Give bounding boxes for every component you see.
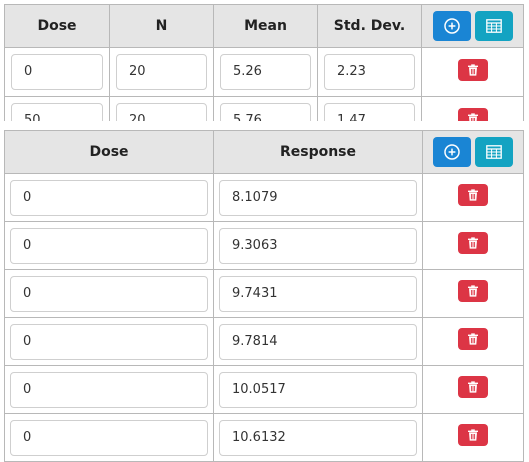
summary-dose-header: Dose xyxy=(4,4,110,48)
response-input[interactable]: 9.3063 xyxy=(219,227,417,264)
table-icon xyxy=(486,145,502,159)
response-input[interactable]: 10.0517 xyxy=(219,371,417,408)
table-row: 0 9.7814 xyxy=(4,317,524,366)
delete-row-button[interactable] xyxy=(457,107,488,121)
mean-input[interactable]: 5.26 xyxy=(220,54,311,90)
add-row-button[interactable] xyxy=(433,137,471,167)
trash-icon xyxy=(468,333,478,345)
delete-row-button[interactable] xyxy=(457,58,488,81)
dose-input[interactable]: 50 xyxy=(11,103,103,121)
summary-data-table: Dose N Mean Std. Dev. 0 20 5.26 2.23 50 … xyxy=(4,4,524,121)
trash-icon xyxy=(468,381,478,393)
std-dev-input[interactable]: 1.47 xyxy=(324,103,415,121)
n-input[interactable]: 20 xyxy=(116,103,207,121)
table-row: 0 20 5.26 2.23 xyxy=(4,47,524,97)
delete-row-button[interactable] xyxy=(458,184,488,206)
summary-table-viewport: Dose N Mean Std. Dev. 0 20 5.26 2.23 50 … xyxy=(0,0,529,121)
plus-circle-icon xyxy=(443,18,460,34)
summary-actions-header xyxy=(421,4,524,48)
dose-input[interactable]: 0 xyxy=(10,227,208,264)
table-row: 0 9.7431 xyxy=(4,269,524,318)
dose-input[interactable]: 0 xyxy=(10,371,208,408)
dose-input[interactable]: 0 xyxy=(10,275,208,312)
delete-row-button[interactable] xyxy=(458,376,488,398)
individual-data-table: Dose Response 0 8.1079 0 9.3063 0 9.7431… xyxy=(4,130,524,462)
delete-row-button[interactable] xyxy=(458,280,488,302)
std-dev-input[interactable]: 2.23 xyxy=(324,54,415,90)
summary-mean-header: Mean xyxy=(213,4,318,48)
response-input[interactable]: 10.6132 xyxy=(219,419,417,456)
delete-row-button[interactable] xyxy=(458,232,488,254)
add-row-button[interactable] xyxy=(432,11,471,41)
n-input[interactable]: 20 xyxy=(116,54,207,90)
response-input[interactable]: 8.1079 xyxy=(219,179,417,216)
plus-circle-icon xyxy=(444,144,460,160)
table-row: 0 10.6132 xyxy=(4,413,524,462)
response-input[interactable]: 9.7814 xyxy=(219,323,417,360)
summary-n-header: N xyxy=(109,4,214,48)
dose-input[interactable]: 0 xyxy=(10,419,208,456)
table-view-button[interactable] xyxy=(475,137,513,167)
dose-input[interactable]: 0 xyxy=(11,54,103,90)
individual-dose-header: Dose xyxy=(4,130,214,174)
trash-icon xyxy=(468,189,478,201)
summary-header-row: Dose N Mean Std. Dev. xyxy=(4,4,524,48)
table-row: 0 8.1079 xyxy=(4,173,524,222)
table-row: 0 9.3063 xyxy=(4,221,524,270)
individual-actions-header xyxy=(422,130,524,174)
table-icon xyxy=(485,19,502,33)
trash-icon xyxy=(468,237,478,249)
mean-input[interactable]: 5.76 xyxy=(220,103,311,121)
table-row: 50 20 5.76 1.47 xyxy=(4,96,524,121)
table-row: 0 10.0517 xyxy=(4,365,524,414)
trash-icon xyxy=(467,112,478,121)
trash-icon xyxy=(467,63,478,76)
dose-input[interactable]: 0 xyxy=(10,179,208,216)
response-input[interactable]: 9.7431 xyxy=(219,275,417,312)
individual-response-header: Response xyxy=(213,130,423,174)
dose-input[interactable]: 0 xyxy=(10,323,208,360)
trash-icon xyxy=(468,285,478,297)
trash-icon xyxy=(468,429,478,441)
table-view-button[interactable] xyxy=(474,11,513,41)
delete-row-button[interactable] xyxy=(458,328,488,350)
delete-row-button[interactable] xyxy=(458,424,488,446)
summary-std-dev-header: Std. Dev. xyxy=(317,4,422,48)
individual-header-row: Dose Response xyxy=(4,130,524,174)
